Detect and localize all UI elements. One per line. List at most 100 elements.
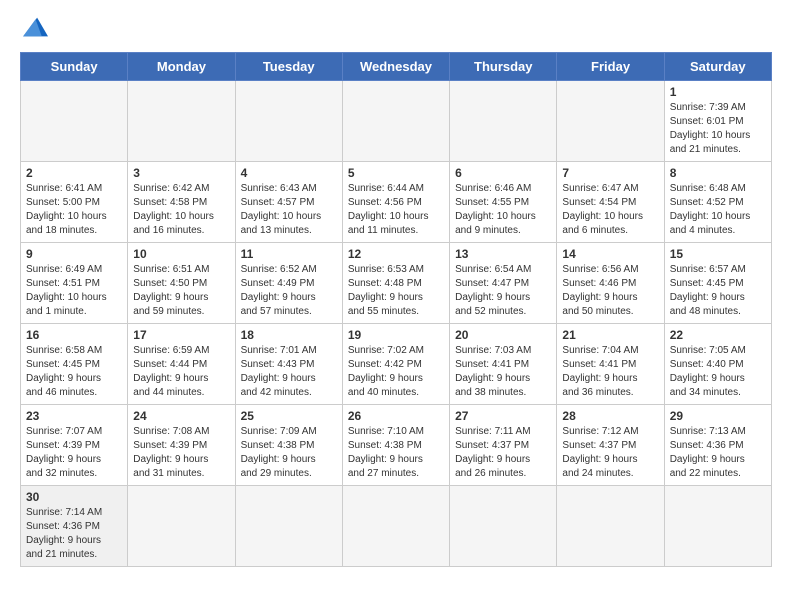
calendar-cell: 27 Sunrise: 7:11 AM Sunset: 4:37 PM Dayli… [450,405,557,486]
day-number: 18 [241,328,337,342]
day-info: Sunrise: 7:03 AM Sunset: 4:41 PM Dayligh… [455,344,551,400]
calendar-cell: 26 Sunrise: 7:10 AM Sunset: 4:38 PM Dayli… [342,405,449,486]
day-info: Sunrise: 6:58 AM Sunset: 4:45 PM Dayligh… [26,344,122,400]
day-number: 4 [241,166,337,180]
day-number: 6 [455,166,551,180]
calendar-week-2: 2 Sunrise: 6:41 AM Sunset: 5:00 PM Daylig… [21,162,772,243]
calendar-cell: 25Sunrise: 7:09 AM Sunset: 4:38 PM Dayli… [235,405,342,486]
day-number: 19 [348,328,444,342]
day-info: Sunrise: 6:44 AM Sunset: 4:56 PM Dayligh… [348,182,444,238]
day-info: Sunrise: 7:02 AM Sunset: 4:42 PM Dayligh… [348,344,444,400]
calendar-cell: 24 Sunrise: 7:08 AM Sunset: 4:39 PM Dayli… [128,405,235,486]
calendar-cell [128,486,235,567]
weekday-header-thursday: Thursday [450,53,557,81]
day-info: Sunrise: 6:54 AM Sunset: 4:47 PM Dayligh… [455,263,551,319]
day-number: 12 [348,247,444,261]
day-info: Sunrise: 7:10 AM Sunset: 4:38 PM Dayligh… [348,425,444,481]
day-info: Sunrise: 6:42 AM Sunset: 4:58 PM Dayligh… [133,182,229,238]
calendar-cell: 28 Sunrise: 7:12 AM Sunset: 4:37 PM Dayli… [557,405,664,486]
calendar-cell [450,81,557,162]
calendar-cell [450,486,557,567]
calendar-cell: 30 Sunrise: 7:14 AM Sunset: 4:36 PM Dayli… [21,486,128,567]
day-info: Sunrise: 6:56 AM Sunset: 4:46 PM Dayligh… [562,263,658,319]
calendar-cell: 8 Sunrise: 6:48 AM Sunset: 4:52 PM Daylig… [664,162,771,243]
calendar-cell: 21Sunrise: 7:04 AM Sunset: 4:41 PM Dayli… [557,324,664,405]
day-number: 2 [26,166,122,180]
day-info: Sunrise: 7:01 AM Sunset: 4:43 PM Dayligh… [241,344,337,400]
calendar-cell: 7Sunrise: 6:47 AM Sunset: 4:54 PM Daylig… [557,162,664,243]
day-info: Sunrise: 7:04 AM Sunset: 4:41 PM Dayligh… [562,344,658,400]
day-number: 22 [670,328,766,342]
day-info: Sunrise: 7:08 AM Sunset: 4:39 PM Dayligh… [133,425,229,481]
calendar-week-5: 23Sunrise: 7:07 AM Sunset: 4:39 PM Dayli… [21,405,772,486]
calendar-cell: 11 Sunrise: 6:52 AM Sunset: 4:49 PM Dayli… [235,243,342,324]
calendar-cell: 10Sunrise: 6:51 AM Sunset: 4:50 PM Dayli… [128,243,235,324]
day-info: Sunrise: 7:09 AM Sunset: 4:38 PM Dayligh… [241,425,337,481]
day-info: Sunrise: 7:13 AM Sunset: 4:36 PM Dayligh… [670,425,766,481]
calendar-cell: 5Sunrise: 6:44 AM Sunset: 4:56 PM Daylig… [342,162,449,243]
day-info: Sunrise: 6:41 AM Sunset: 5:00 PM Dayligh… [26,182,122,238]
calendar-cell [557,81,664,162]
weekday-header-row: SundayMondayTuesdayWednesdayThursdayFrid… [21,53,772,81]
weekday-header-sunday: Sunday [21,53,128,81]
day-number: 20 [455,328,551,342]
calendar-cell [128,81,235,162]
day-number: 9 [26,247,122,261]
day-info: Sunrise: 6:51 AM Sunset: 4:50 PM Dayligh… [133,263,229,319]
calendar-cell [557,486,664,567]
day-number: 16 [26,328,122,342]
day-info: Sunrise: 6:49 AM Sunset: 4:51 PM Dayligh… [26,263,122,319]
day-info: Sunrise: 7:14 AM Sunset: 4:36 PM Dayligh… [26,506,122,562]
calendar-cell: 23Sunrise: 7:07 AM Sunset: 4:39 PM Dayli… [21,405,128,486]
day-info: Sunrise: 7:12 AM Sunset: 4:37 PM Dayligh… [562,425,658,481]
calendar-week-1: 1Sunrise: 7:39 AM Sunset: 6:01 PM Daylig… [21,81,772,162]
day-info: Sunrise: 6:57 AM Sunset: 4:45 PM Dayligh… [670,263,766,319]
weekday-header-tuesday: Tuesday [235,53,342,81]
calendar-cell: 29Sunrise: 7:13 AM Sunset: 4:36 PM Dayli… [664,405,771,486]
day-number: 24 [133,409,229,423]
day-info: Sunrise: 6:59 AM Sunset: 4:44 PM Dayligh… [133,344,229,400]
day-number: 27 [455,409,551,423]
calendar-cell: 4Sunrise: 6:43 AM Sunset: 4:57 PM Daylig… [235,162,342,243]
day-info: Sunrise: 6:48 AM Sunset: 4:52 PM Dayligh… [670,182,766,238]
calendar-cell: 1Sunrise: 7:39 AM Sunset: 6:01 PM Daylig… [664,81,771,162]
calendar-cell: 18 Sunrise: 7:01 AM Sunset: 4:43 PM Dayli… [235,324,342,405]
calendar-week-6: 30 Sunrise: 7:14 AM Sunset: 4:36 PM Dayli… [21,486,772,567]
weekday-header-friday: Friday [557,53,664,81]
calendar-cell: 14 Sunrise: 6:56 AM Sunset: 4:46 PM Dayli… [557,243,664,324]
calendar-cell: 2 Sunrise: 6:41 AM Sunset: 5:00 PM Daylig… [21,162,128,243]
day-number: 30 [26,490,122,504]
calendar-cell: 17 Sunrise: 6:59 AM Sunset: 4:44 PM Dayli… [128,324,235,405]
calendar-cell: 6 Sunrise: 6:46 AM Sunset: 4:55 PM Daylig… [450,162,557,243]
day-number: 11 [241,247,337,261]
calendar-cell: 12 Sunrise: 6:53 AM Sunset: 4:48 PM Dayli… [342,243,449,324]
calendar-table: SundayMondayTuesdayWednesdayThursdayFrid… [20,52,772,567]
day-info: Sunrise: 6:47 AM Sunset: 4:54 PM Dayligh… [562,182,658,238]
calendar-cell [342,81,449,162]
day-info: Sunrise: 7:05 AM Sunset: 4:40 PM Dayligh… [670,344,766,400]
day-info: Sunrise: 7:11 AM Sunset: 4:37 PM Dayligh… [455,425,551,481]
day-number: 8 [670,166,766,180]
calendar-cell [342,486,449,567]
day-number: 28 [562,409,658,423]
generalblue-logo-icon [20,16,48,38]
calendar-cell: 15Sunrise: 6:57 AM Sunset: 4:45 PM Dayli… [664,243,771,324]
calendar-page: SundayMondayTuesdayWednesdayThursdayFrid… [0,0,792,587]
logo [20,16,51,38]
calendar-cell: 16 Sunrise: 6:58 AM Sunset: 4:45 PM Dayli… [21,324,128,405]
calendar-week-3: 9 Sunrise: 6:49 AM Sunset: 4:51 PM Daylig… [21,243,772,324]
day-info: Sunrise: 6:53 AM Sunset: 4:48 PM Dayligh… [348,263,444,319]
day-number: 14 [562,247,658,261]
day-number: 17 [133,328,229,342]
day-info: Sunrise: 6:46 AM Sunset: 4:55 PM Dayligh… [455,182,551,238]
calendar-cell [235,81,342,162]
day-info: Sunrise: 7:39 AM Sunset: 6:01 PM Dayligh… [670,101,766,157]
day-number: 26 [348,409,444,423]
day-info: Sunrise: 6:52 AM Sunset: 4:49 PM Dayligh… [241,263,337,319]
day-number: 13 [455,247,551,261]
calendar-cell [21,81,128,162]
weekday-header-wednesday: Wednesday [342,53,449,81]
calendar-cell: 22 Sunrise: 7:05 AM Sunset: 4:40 PM Dayli… [664,324,771,405]
calendar-week-4: 16 Sunrise: 6:58 AM Sunset: 4:45 PM Dayli… [21,324,772,405]
calendar-cell: 13 Sunrise: 6:54 AM Sunset: 4:47 PM Dayli… [450,243,557,324]
